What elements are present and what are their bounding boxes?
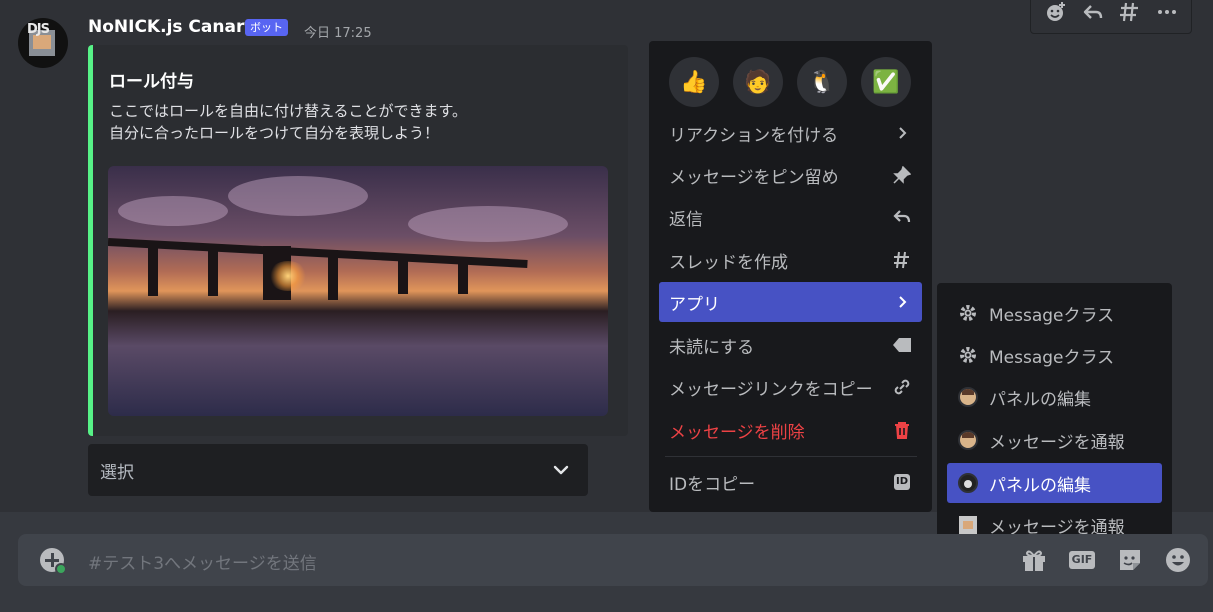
- menu-item-pin-message[interactable]: メッセージをピン留め: [659, 155, 922, 195]
- sub-item-label: Messageクラス: [989, 305, 1115, 326]
- message-hover-toolbar: [1030, 0, 1192, 34]
- sub-item-label: メッセージを通報: [989, 432, 1125, 453]
- image-cloud: [118, 196, 228, 226]
- menu-item-create-thread[interactable]: スレッドを作成: [659, 240, 922, 280]
- menu-item-label: メッセージをピン留め: [669, 167, 839, 188]
- trash-icon: [892, 420, 912, 440]
- message-composer: #テスト3へメッセージを送信 GIF: [18, 534, 1208, 586]
- add-reaction-icon[interactable]: [1042, 1, 1070, 28]
- app-command-message-class[interactable]: Messageクラス: [947, 293, 1162, 333]
- gif-icon[interactable]: GIF: [1068, 546, 1096, 574]
- menu-separator: [665, 456, 917, 457]
- app-command-edit-panel[interactable]: パネルの編集: [947, 463, 1162, 503]
- menu-item-copy-message-link[interactable]: メッセージリンクをコピー: [659, 367, 922, 407]
- thread-icon[interactable]: [1116, 1, 1144, 28]
- bot-badge: ボット: [245, 19, 288, 36]
- quick-reaction-custom-avatar[interactable]: 🧑: [733, 57, 783, 107]
- image-pillar: [458, 258, 468, 294]
- image-pillar: [398, 254, 408, 294]
- app-avatar-icon: [957, 472, 979, 494]
- app-avatar-icon: [957, 386, 979, 408]
- sticker-icon[interactable]: [1116, 546, 1144, 574]
- select-placeholder: 選択: [100, 463, 134, 483]
- menu-item-apps[interactable]: アプリ: [659, 282, 922, 322]
- embed-description: ここではロールを自由に付け替えることができます。 自分に合ったロールをつけて自分…: [109, 100, 467, 144]
- app-avatar-icon: [957, 514, 979, 536]
- menu-item-reply[interactable]: 返信: [659, 197, 922, 237]
- menu-item-label: 返信: [669, 209, 703, 230]
- emoji-icon[interactable]: [1164, 546, 1192, 574]
- reply-icon[interactable]: [1079, 1, 1107, 28]
- upload-plus-icon[interactable]: [40, 548, 67, 575]
- quick-reaction-check[interactable]: ✅: [861, 57, 911, 107]
- avatar-logo-text: DJS: [27, 22, 50, 37]
- chevron-right-icon: [892, 123, 912, 143]
- tag-icon: [892, 335, 912, 355]
- thread-icon: [892, 250, 912, 270]
- menu-item-label: 未読にする: [669, 337, 755, 358]
- chevron-down-icon: [552, 461, 570, 483]
- reply-icon: [892, 207, 912, 227]
- embed-image[interactable]: [108, 166, 608, 416]
- link-icon: [892, 377, 912, 397]
- quick-reaction-thumbs-up[interactable]: 👍: [669, 57, 719, 107]
- image-cloud: [408, 206, 568, 242]
- menu-item-label: メッセージを削除: [669, 422, 805, 443]
- gear-icon: [957, 344, 979, 366]
- chevron-right-icon: [892, 292, 912, 312]
- menu-item-label: アプリ: [669, 294, 720, 315]
- app-avatar-icon: [957, 429, 979, 451]
- menu-item-copy-id[interactable]: IDをコピー ID: [659, 462, 922, 502]
- bot-avatar[interactable]: DJS: [18, 18, 68, 68]
- pin-icon: [892, 165, 912, 185]
- menu-item-label: メッセージリンクをコピー: [669, 379, 873, 400]
- quick-reaction-custom-penguin[interactable]: 🐧: [797, 57, 847, 107]
- embed-description-line-2: 自分に合ったロールをつけて自分を表現しよう！: [109, 124, 440, 142]
- username[interactable]: NoNICK.js Canary: [88, 17, 255, 37]
- composer-actions: GIF: [1020, 546, 1192, 574]
- role-select-menu[interactable]: 選択: [88, 444, 588, 496]
- message-timestamp[interactable]: 今日 17:25: [304, 22, 372, 41]
- quick-reaction-row: 👍 🧑 🐧 ✅: [657, 49, 924, 115]
- id-icon: ID: [892, 472, 912, 492]
- embed-description-line-1: ここではロールを自由に付け替えることができます。: [109, 102, 468, 120]
- embed-title: ロール付与: [109, 72, 194, 92]
- menu-item-mark-unread[interactable]: 未読にする: [659, 325, 922, 365]
- app-command-report-message[interactable]: メッセージを通報: [947, 420, 1162, 460]
- activity-play-icon: [55, 563, 67, 575]
- menu-item-label: IDをコピー: [669, 474, 756, 495]
- gear-icon: [957, 302, 979, 324]
- message-input[interactable]: #テスト3へメッセージを送信: [88, 549, 317, 574]
- app-command-edit-panel[interactable]: パネルの編集: [947, 377, 1162, 417]
- menu-item-label: リアクションを付ける: [669, 125, 839, 146]
- image-cloud: [228, 176, 368, 216]
- apps-submenu: Messageクラス Messageクラス パネルの編集 メッセージを通報 パネ…: [937, 283, 1172, 553]
- menu-item-label: スレッドを作成: [669, 252, 788, 273]
- sub-item-label: パネルの編集: [989, 475, 1091, 496]
- message-context-menu: 👍 🧑 🐧 ✅ リアクションを付ける メッセージをピン留め 返信 スレッドを作成…: [649, 41, 932, 512]
- image-pillar: [148, 246, 158, 296]
- more-icon[interactable]: [1153, 1, 1181, 28]
- menu-item-delete-message[interactable]: メッセージを削除: [659, 410, 922, 450]
- message-embed: ロール付与 ここではロールを自由に付け替えることができます。 自分に合ったロール…: [88, 45, 628, 436]
- image-sun: [268, 261, 308, 291]
- gift-icon[interactable]: [1020, 546, 1048, 574]
- avatar-face: [33, 35, 51, 49]
- app-command-message-class[interactable]: Messageクラス: [947, 335, 1162, 375]
- menu-item-add-reaction[interactable]: リアクションを付ける: [659, 113, 922, 153]
- image-pillar: [328, 250, 338, 300]
- sub-item-label: パネルの編集: [989, 389, 1091, 410]
- image-pillar: [208, 246, 218, 296]
- sub-item-label: Messageクラス: [989, 347, 1115, 368]
